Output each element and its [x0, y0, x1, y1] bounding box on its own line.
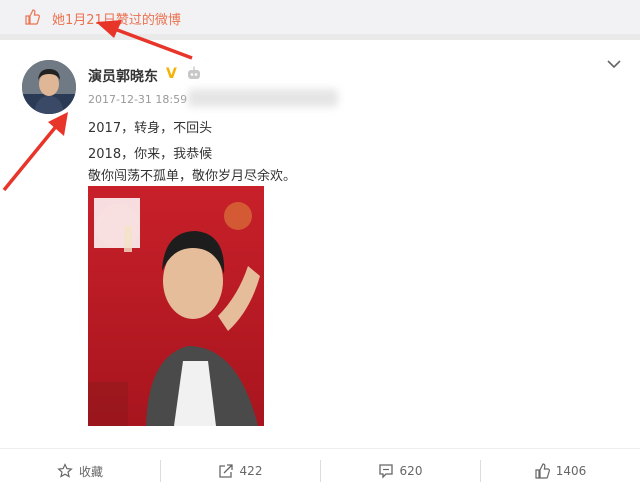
post-text-line-3: 敬你闯荡不孤单，敬你岁月尽余欢。 [88, 169, 297, 184]
comment-button[interactable]: 620 [320, 449, 480, 493]
star-icon [57, 463, 73, 478]
repost-count: 422 [239, 464, 263, 478]
avatar-photo [22, 60, 76, 114]
post-image[interactable] [88, 186, 264, 426]
verified-badge-icon: V [166, 66, 177, 82]
blurred-source [188, 89, 338, 107]
thumbs-up-icon [25, 9, 40, 25]
username[interactable]: 演员郭晓东 [88, 66, 158, 86]
action-divider [480, 460, 481, 482]
like-button[interactable]: 1406 [480, 449, 640, 493]
new-year-poster-image [88, 186, 264, 426]
liked-notice-text[interactable]: 她1月21日赞过的微博 [52, 9, 181, 28]
thumbs-up-icon [535, 463, 550, 479]
repost-button[interactable]: 422 [160, 449, 320, 493]
post-text-line-1: 2017，转身，不回头 [88, 121, 213, 136]
action-divider [320, 460, 321, 482]
favorite-label: 收藏 [78, 464, 103, 479]
comment-icon [378, 464, 393, 479]
favorite-button[interactable]: 收藏 [0, 449, 160, 493]
like-count: 1406 [555, 464, 587, 478]
robot-icon [188, 66, 200, 79]
comment-count: 620 [399, 464, 423, 478]
liked-notice-bar: 她1月21日赞过的微博 [0, 0, 640, 34]
post-text-line-2: 2018，你来，我恭候 [88, 147, 213, 162]
action-divider [160, 460, 161, 482]
share-icon [218, 464, 233, 478]
chevron-down-icon[interactable] [606, 58, 622, 70]
avatar[interactable] [22, 60, 76, 114]
post-timestamp[interactable]: 2017-12-31 18:59 [88, 93, 187, 106]
